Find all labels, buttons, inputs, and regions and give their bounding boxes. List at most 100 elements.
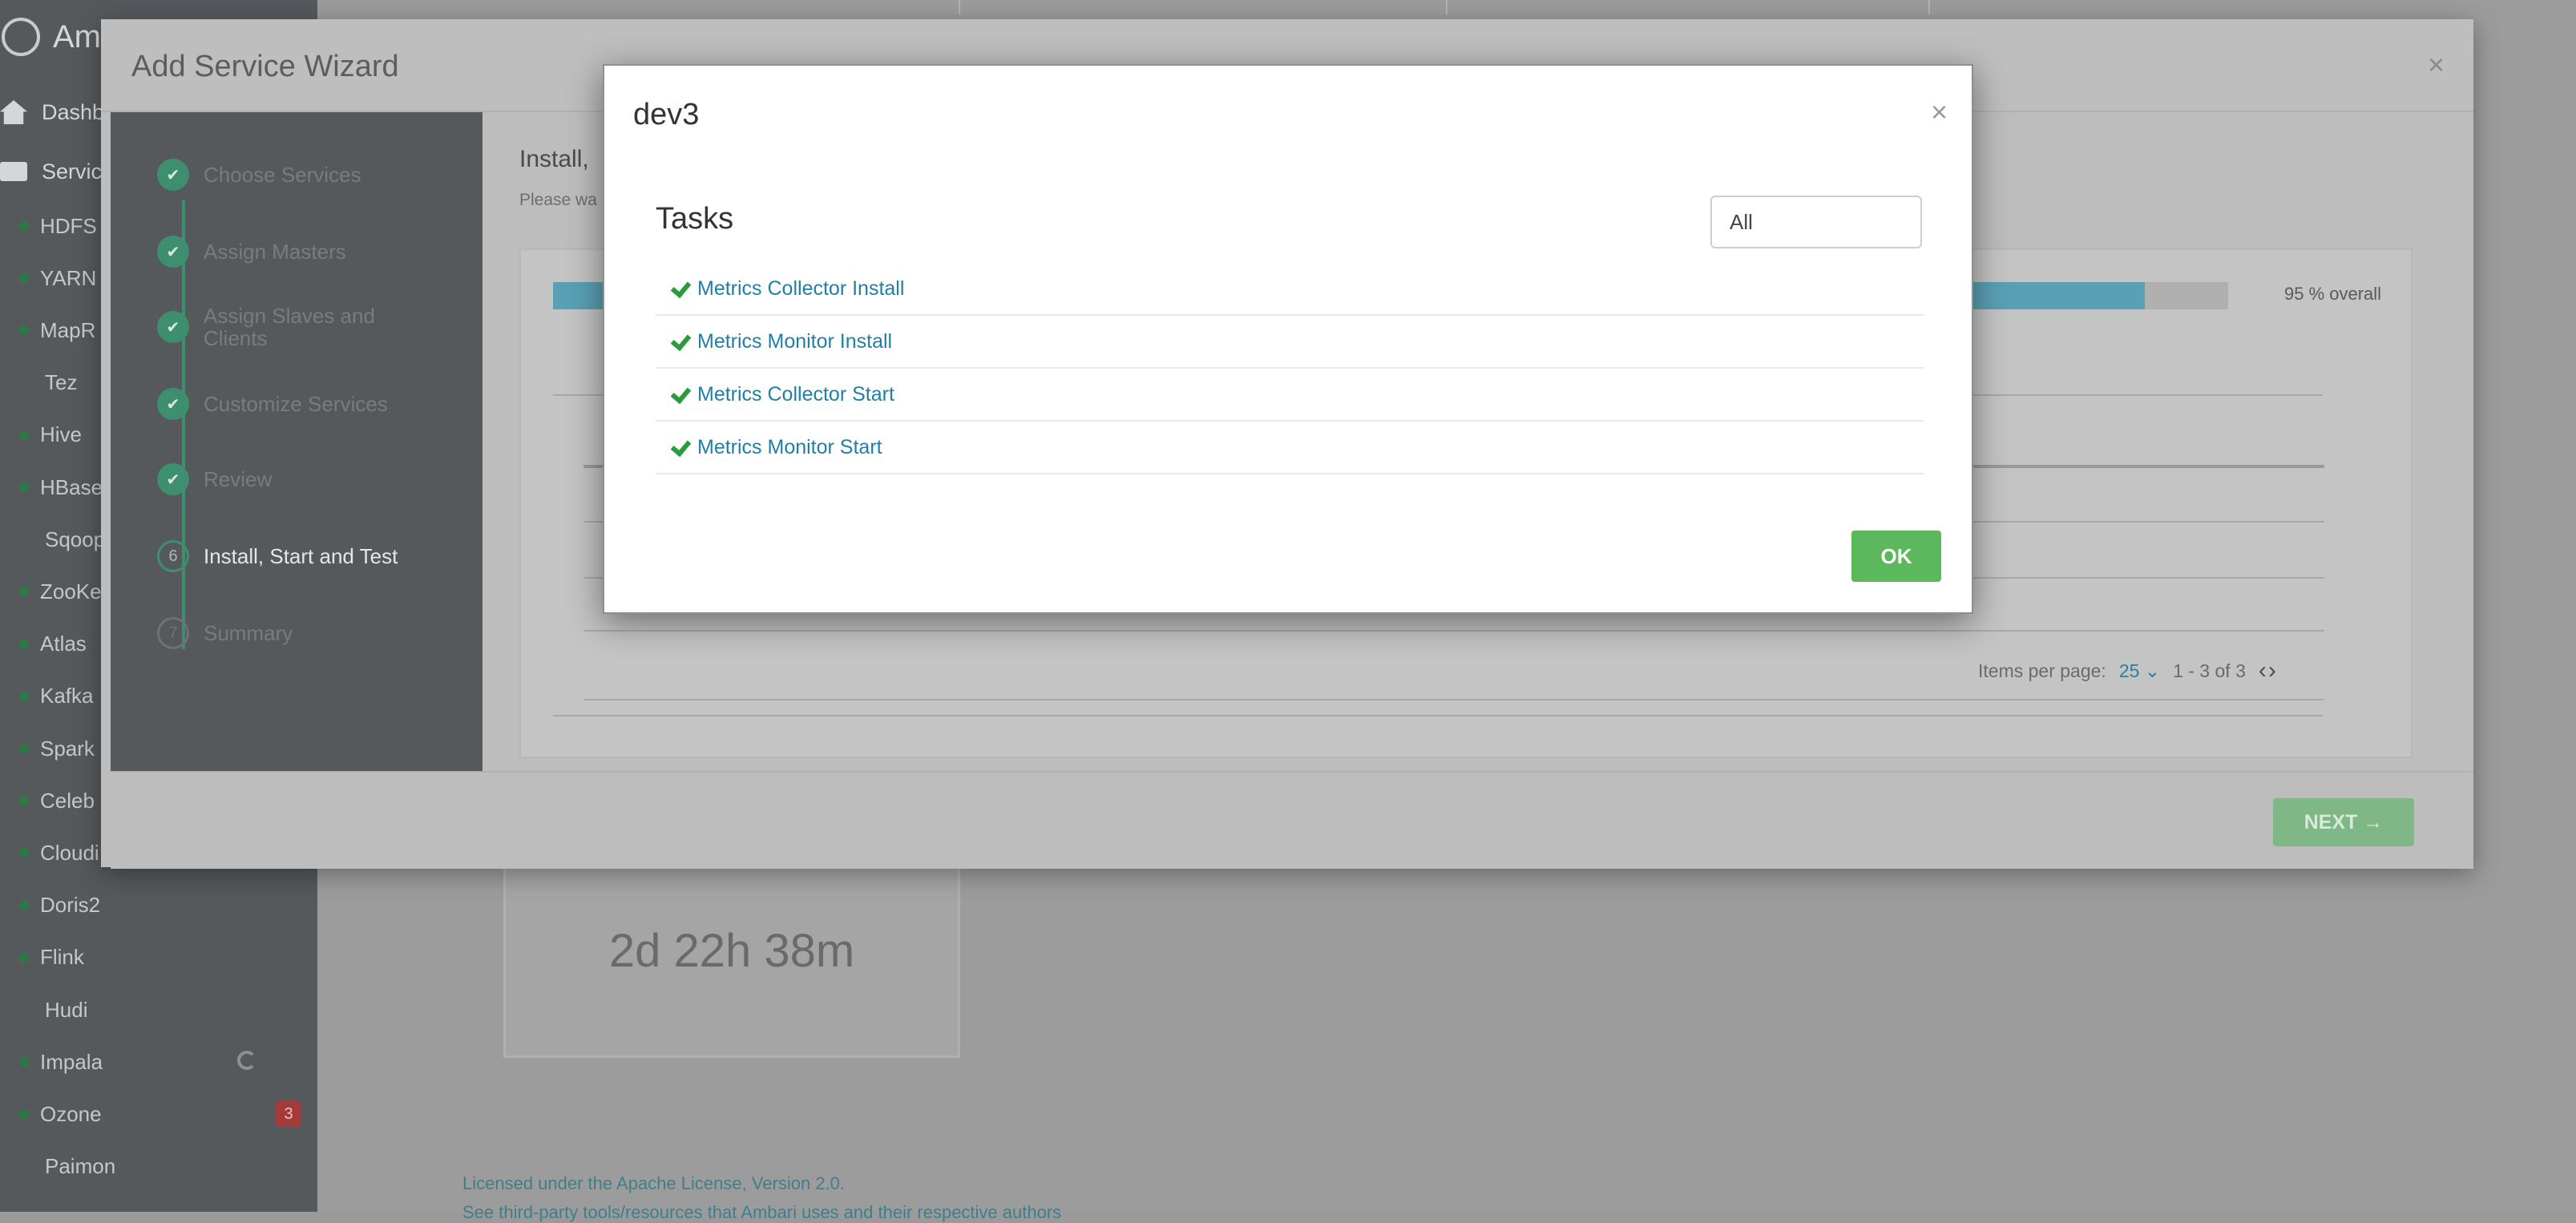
status-dot-icon <box>19 691 29 701</box>
sidebar-item-label: Impala <box>40 1049 103 1074</box>
sidebar-item-service[interactable]: Paimon <box>0 1144 317 1189</box>
divider <box>1928 0 1930 14</box>
status-dot-icon <box>19 273 29 284</box>
dialog-close-button[interactable]: × <box>1931 98 1948 127</box>
sidebar-item-label: Doris2 <box>40 893 101 918</box>
items-per-page-label: Items per page: <box>1978 660 2106 681</box>
status-dot-icon <box>19 639 29 649</box>
task-link[interactable]: Metrics Monitor Start <box>697 436 882 459</box>
status-dot-icon <box>19 744 29 753</box>
sidebar-item-label: Flink <box>40 945 84 970</box>
sidebar-item-service[interactable]: Impala <box>0 1039 317 1084</box>
task-row: Metrics Monitor Start <box>656 422 1924 474</box>
wizard-step[interactable]: ✔ Review <box>111 455 482 503</box>
task-row: Metrics Collector Start <box>656 369 1924 422</box>
wizard-step-label: Install, Start and Test <box>204 544 398 568</box>
step-check-icon: ✔ <box>157 463 189 495</box>
wizard-step-label: Choose Services <box>204 163 361 187</box>
next-button[interactable]: NEXT → <box>2273 798 2414 846</box>
sidebar-item-label: YARN <box>40 265 97 290</box>
wizard-close-button[interactable]: × <box>2428 48 2445 82</box>
tasks-heading: Tasks <box>656 202 734 236</box>
sidebar-item-service[interactable]: Flink <box>0 935 317 980</box>
task-link[interactable]: Metrics Collector Install <box>697 277 904 301</box>
sidebar-item-label: Cloudi <box>40 840 99 865</box>
status-dot-icon <box>19 796 29 806</box>
status-dot-icon <box>19 1057 29 1068</box>
wizard-step[interactable]: ✔ Assign Masters <box>111 228 482 276</box>
step-check-icon: ✔ <box>157 236 189 268</box>
ok-button[interactable]: OK <box>1851 531 1941 582</box>
step-check-icon: ✔ <box>157 311 189 343</box>
sidebar-item-label: ZooKe <box>40 579 102 603</box>
check-icon <box>668 279 689 298</box>
wizard-step: 6 Install, Start and Test <box>111 532 482 580</box>
task-link[interactable]: Metrics Collector Start <box>697 383 894 406</box>
page-range: 1 - 3 of 3 <box>2173 660 2246 681</box>
status-dot-icon <box>19 587 29 597</box>
license-link[interactable]: Licensed under the Apache License, Versi… <box>462 1173 845 1194</box>
dialog-title: dev3 <box>633 98 700 131</box>
sidebar-item-label: Hudi <box>45 997 88 1022</box>
alert-badge[interactable]: 3 <box>276 1101 301 1128</box>
wizard-step[interactable]: ✔ Assign Slaves and Clients <box>111 303 482 351</box>
third-party-link[interactable]: See third-party tools/resources that Amb… <box>462 1202 1061 1223</box>
uptime-value: 2d 22h 38m <box>608 925 855 977</box>
host-tasks-dialog: dev3 × Tasks All Metrics Collector Insta… <box>603 64 1973 614</box>
wizard-step[interactable]: ✔ Customize Services <box>111 380 482 428</box>
check-icon <box>668 438 689 457</box>
step-check-icon: ✔ <box>157 388 189 420</box>
home-icon <box>0 100 27 124</box>
ambari-logo-icon <box>2 18 40 56</box>
status-dot-icon <box>19 221 29 231</box>
sidebar-item-service[interactable]: Ozone 3 <box>0 1092 317 1136</box>
sidebar-item-service[interactable]: Hudi <box>0 987 317 1032</box>
wizard-steps: ✔ Choose Services ✔ Assign Masters ✔ Assign S… <box>111 112 482 771</box>
sidebar-item-label: Ozone <box>40 1101 102 1126</box>
divider <box>959 0 960 14</box>
content-subtitle: Please wa <box>519 191 597 209</box>
task-link[interactable]: Metrics Monitor Install <box>697 330 892 353</box>
wizard-step: 7 Summary <box>111 609 482 657</box>
sidebar-item-label: Tez <box>45 370 78 395</box>
task-filter-select[interactable]: All <box>1710 196 1922 248</box>
wizard-step-label: Assign Masters <box>204 240 346 264</box>
sidebar-item-label: Sqoop <box>45 527 106 551</box>
task-list: Metrics Collector Install Metrics Monito… <box>656 263 1924 474</box>
sidebar-item-label: Hive <box>40 422 83 447</box>
refresh-icon[interactable] <box>237 1051 256 1071</box>
sidebar-item-label: MapR <box>40 317 96 342</box>
step-number: 7 <box>157 617 189 649</box>
pagination: Items per page: 25 ⌄ 1 - 3 of 3 ‹› <box>1978 657 2278 684</box>
divider <box>553 715 2323 716</box>
per-page-select[interactable]: 25 ⌄ <box>2119 660 2160 682</box>
page-arrows-icon[interactable]: ‹› <box>2259 657 2278 684</box>
brand-name: Am <box>53 18 101 54</box>
table-row-line <box>583 630 2324 632</box>
step-number: 6 <box>157 540 189 572</box>
sidebar-item-service[interactable]: Doris2 <box>0 883 317 928</box>
progress-label: 95 % overall <box>2284 284 2382 304</box>
sidebar-item-label: Celeb <box>40 788 95 813</box>
check-icon <box>668 385 689 404</box>
status-dot-icon <box>19 482 29 492</box>
briefcase-icon <box>0 162 27 181</box>
sidebar-item-label: HBase <box>40 474 103 499</box>
wizard-step[interactable]: ✔ Choose Services <box>111 151 482 199</box>
status-dot-icon <box>19 430 29 440</box>
status-dot-icon <box>19 848 29 858</box>
task-row: Metrics Monitor Install <box>656 316 1924 369</box>
wizard-step-label: Summary <box>204 621 293 645</box>
brand[interactable]: Am <box>0 11 101 63</box>
sidebar-item-label: Kafka <box>40 684 94 708</box>
nav-dashboard-label: Dashb <box>42 99 105 124</box>
status-dot-icon <box>19 1109 29 1120</box>
sidebar-item-label: Spark <box>40 736 95 761</box>
sidebar-item-label: Paimon <box>45 1154 116 1179</box>
step-check-icon: ✔ <box>157 159 189 191</box>
status-dot-icon <box>19 900 29 910</box>
divider <box>1446 0 1447 14</box>
wizard-step-label: Review <box>204 467 273 491</box>
task-row: Metrics Collector Install <box>656 263 1924 316</box>
check-icon <box>668 332 689 351</box>
